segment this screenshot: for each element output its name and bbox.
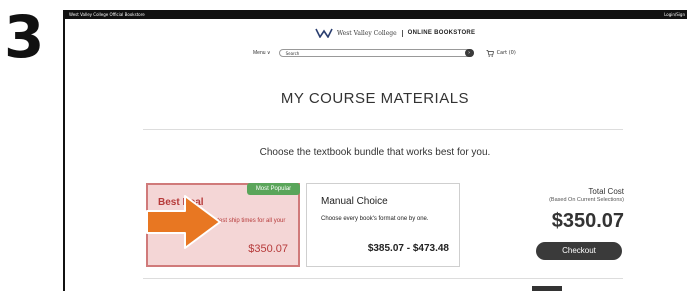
footer-element xyxy=(532,286,562,291)
total-cost-amount: $350.07 xyxy=(551,210,624,232)
bundle-prompt: Choose the textbook bundle that works be… xyxy=(259,147,491,158)
browser-viewport: West Valley College Official Bookstore L… xyxy=(63,10,687,291)
search-input[interactable]: Search › xyxy=(278,49,474,57)
cart-label: Cart (0) xyxy=(496,50,516,56)
divider xyxy=(143,278,623,279)
wv-logo-icon xyxy=(315,28,333,38)
college-name: West Valley College xyxy=(337,29,403,37)
login-link[interactable]: Login/Sign xyxy=(664,10,685,19)
cart-link[interactable]: Cart (0) xyxy=(486,49,516,57)
store-name: ONLINE BOOKSTORE xyxy=(407,30,476,36)
page-title: MY COURSE MATERIALS xyxy=(280,90,470,107)
search-button[interactable]: › xyxy=(464,49,474,57)
menu-dropdown[interactable]: Menu ∨ xyxy=(253,50,271,56)
viewport-edge xyxy=(63,10,65,291)
manual-choice-title: Manual Choice xyxy=(321,196,388,207)
most-popular-badge: Most Popular xyxy=(247,183,300,195)
search-placeholder: Search xyxy=(285,51,300,56)
cart-icon xyxy=(486,49,494,57)
step-number: 3 xyxy=(4,3,44,71)
total-cost-note: (Based On Current Selections) xyxy=(549,197,624,203)
store-logo[interactable]: West Valley College ONLINE BOOKSTORE xyxy=(315,26,475,40)
manual-choice-description: Choose every book's format one by one. xyxy=(321,216,429,222)
manual-choice-price-range: $385.07 - $473.48 xyxy=(367,243,449,254)
divider xyxy=(143,129,623,130)
checkout-button[interactable]: Checkout xyxy=(536,242,622,260)
pointer-arrow-icon xyxy=(146,195,221,249)
manual-choice-option[interactable]: Manual Choice Choose every book's format… xyxy=(306,183,460,267)
best-deal-price: $350.07 xyxy=(248,243,288,255)
total-cost-label: Total Cost xyxy=(588,187,624,196)
site-title-link[interactable]: West Valley College Official Bookstore xyxy=(69,10,145,19)
nav-bar: Menu ∨ Search › Cart (0) xyxy=(253,48,516,58)
top-bar: West Valley College Official Bookstore L… xyxy=(63,10,687,19)
